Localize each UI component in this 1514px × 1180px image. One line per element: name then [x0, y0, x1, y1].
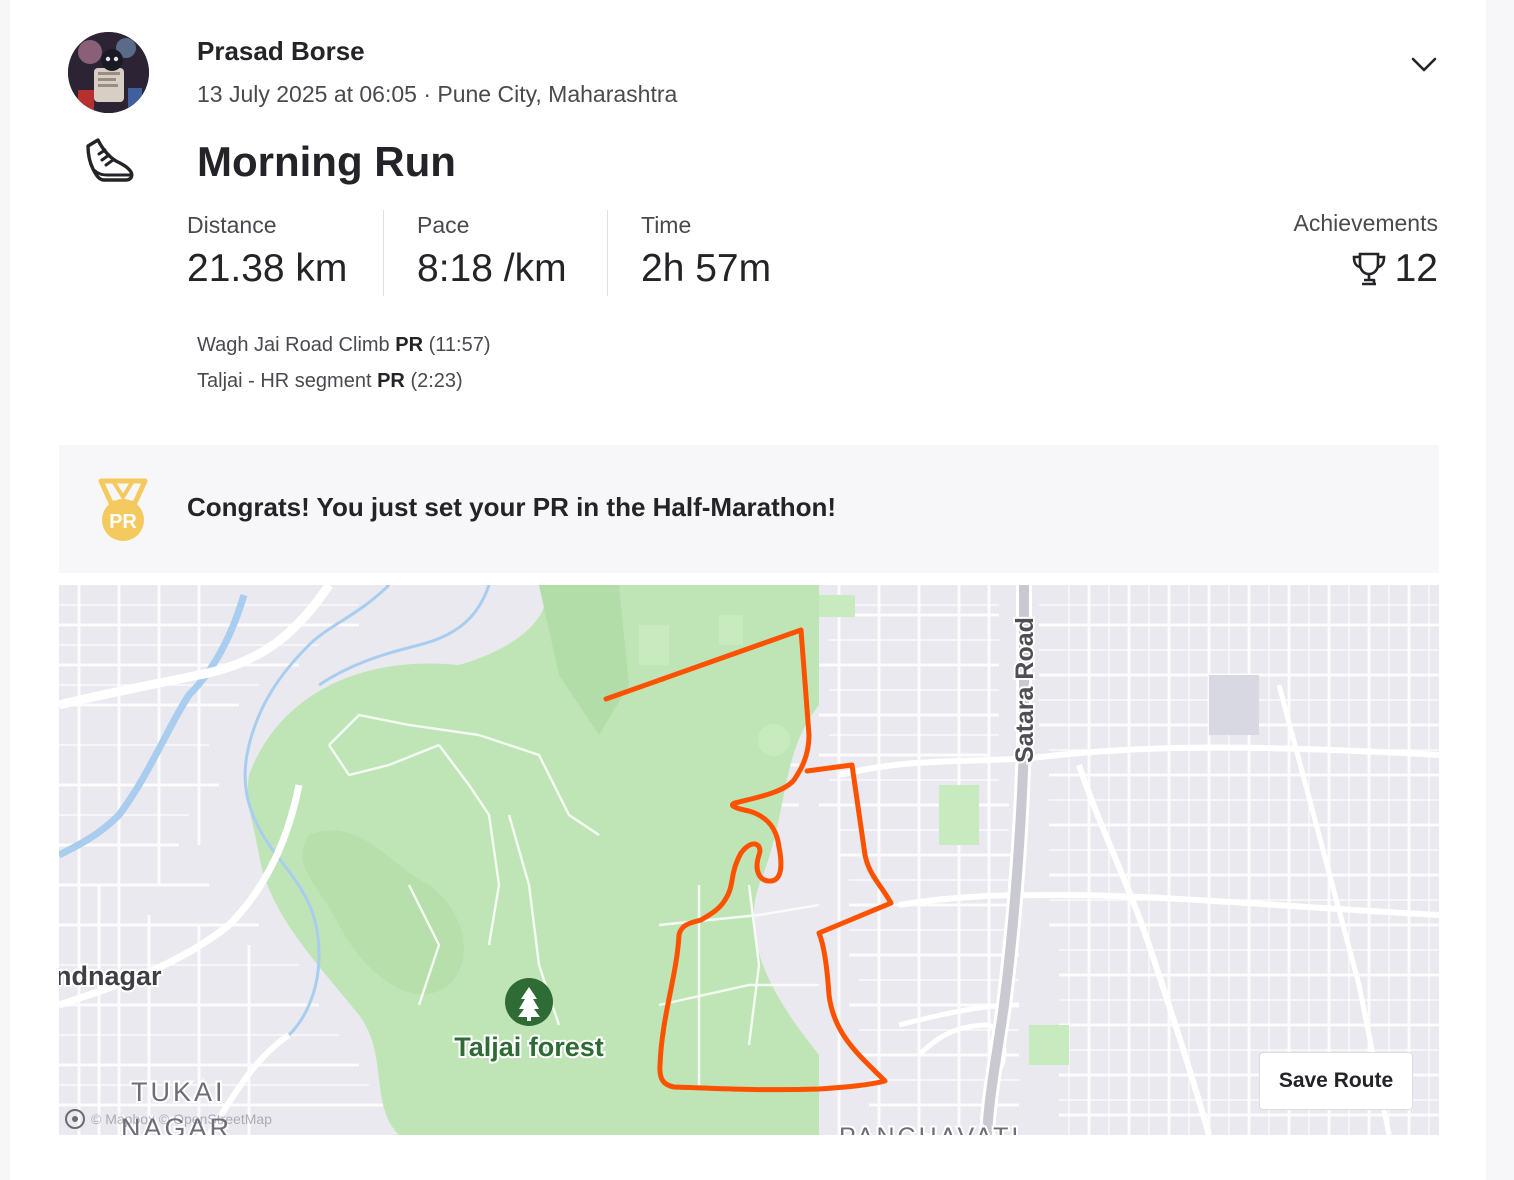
activity-card: Prasad Borse 13 July 2025 at 06:05 · Pun…	[10, 0, 1486, 1180]
athlete-name[interactable]: Prasad Borse	[197, 36, 365, 67]
map-label-forest: Taljai forest	[454, 1032, 604, 1062]
running-shoe-icon	[82, 134, 138, 190]
stat-divider	[383, 210, 384, 296]
map-label-locality: TUKAI	[131, 1077, 226, 1107]
achievements-count: 12	[1394, 247, 1438, 290]
chevron-down-icon[interactable]	[1406, 48, 1442, 80]
segment-pr-badge: PR	[395, 334, 424, 356]
activity-title[interactable]: Morning Run	[197, 138, 456, 186]
segment-time: (2:23)	[410, 370, 463, 392]
trophy-icon	[1352, 252, 1385, 286]
segment-row[interactable]: Wagh Jai Road Climb PR (11:57)	[197, 334, 490, 357]
achievements[interactable]: Achievements 12	[1294, 210, 1438, 291]
route-map[interactable]: Satara Road Taljai forest ndnagar TUKAI …	[59, 585, 1439, 1135]
pr-medal-text: PR	[109, 511, 137, 533]
segment-row[interactable]: Taljai - HR segment PR (2:23)	[197, 370, 463, 393]
segment-time: (11:57)	[428, 334, 491, 356]
stat-pace: Pace 8:18 /km	[417, 212, 567, 291]
map-attribution-text: © Mapbox © OpenStreetMap	[91, 1111, 272, 1127]
segment-pr-badge: PR	[377, 370, 405, 392]
save-route-button[interactable]: Save Route	[1259, 1052, 1413, 1110]
stat-distance: Distance 21.38 km	[187, 212, 347, 291]
segment-name: Wagh Jai Road Climb	[197, 334, 390, 356]
map-label-locality: ndnagar	[59, 961, 162, 991]
activity-date-location: 13 July 2025 at 06:05 · Pune City, Mahar…	[197, 81, 678, 107]
achievements-label: Achievements	[1293, 210, 1438, 236]
stat-time-label: Time	[641, 212, 692, 238]
map-label-locality: PANCHAVATI	[839, 1123, 1021, 1135]
pr-banner: PR Congrats! You just set your PR in the…	[59, 445, 1439, 573]
avatar[interactable]	[68, 32, 149, 113]
stat-distance-value: 21.38 km	[187, 247, 348, 290]
stat-time-value: 2h 57m	[641, 247, 772, 290]
stat-pace-label: Pace	[417, 212, 470, 238]
map-attribution[interactable]: © Mapbox © OpenStreetMap	[65, 1109, 272, 1129]
stat-divider	[607, 210, 608, 296]
pr-message: Congrats! You just set your PR in the Ha…	[187, 492, 837, 522]
pr-medal-icon: PR	[95, 477, 151, 543]
stat-distance-label: Distance	[187, 212, 277, 238]
mapbox-logo-icon	[65, 1109, 85, 1129]
segment-name: Taljai - HR segment	[197, 370, 372, 392]
map-label-road: Satara Road	[1011, 617, 1039, 763]
stat-pace-value: 8:18 /km	[417, 247, 567, 290]
stat-time: Time 2h 57m	[641, 212, 771, 291]
